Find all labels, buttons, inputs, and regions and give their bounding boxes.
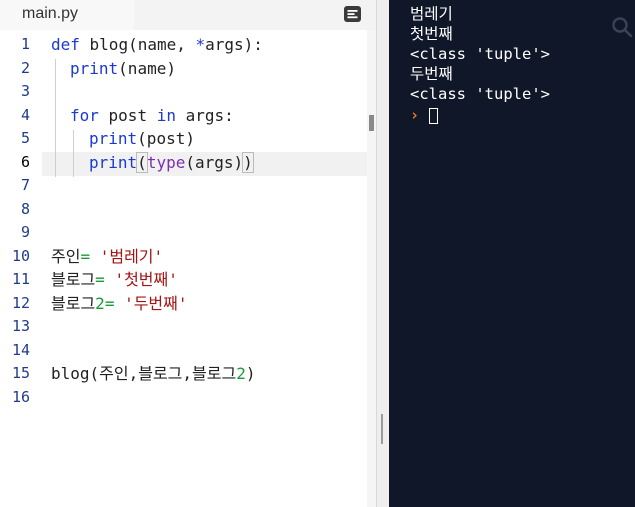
keyword: for <box>70 105 99 125</box>
operator: * <box>195 35 206 54</box>
code-text: 블로그 <box>51 293 96 313</box>
code-text: args): <box>205 35 263 54</box>
code-line-5: print(post) <box>89 127 195 151</box>
builtin: print <box>89 129 138 148</box>
operator: = <box>104 293 125 313</box>
search-icon[interactable] <box>611 16 633 38</box>
line-number: 13 <box>11 317 30 335</box>
resize-handle[interactable] <box>381 414 383 444</box>
console-output-line: 첫번째 <box>410 25 453 43</box>
line-number: 3 <box>20 82 30 100</box>
line-number-gutter: 1 2 3 4 5 6 7 8 9 10 11 12 13 14 15 16 <box>0 33 42 507</box>
indent-guide <box>73 130 74 177</box>
console-output-line: 두번째 <box>410 65 453 83</box>
line-number: 2 <box>20 58 30 77</box>
code-line-10: 주인= '범레기' <box>51 245 163 269</box>
line-number: 16 <box>11 387 30 406</box>
code-line-12: 블로그2= '두번째' <box>51 292 188 316</box>
code-text: post <box>98 105 157 125</box>
builtin: print <box>70 58 119 78</box>
string: '범레기' <box>99 246 164 266</box>
line-number: 15 <box>11 364 30 382</box>
console-panel[interactable]: 범레기 첫번째 <class 'tuple'> 두번째 <class 'tupl… <box>389 0 635 507</box>
code-line-4: for post in args: <box>70 104 234 128</box>
tab-bar: main.py <box>0 0 376 30</box>
console-output-line: <class 'tuple'> <box>410 45 550 63</box>
code-line-1: def blog(name, *args): <box>51 33 263 57</box>
menu-icon[interactable] <box>343 5 363 23</box>
keyword: in <box>156 105 176 125</box>
code-line-6: print(type(args)) <box>89 151 254 175</box>
line-number: 12 <box>11 293 30 312</box>
bracket-match: ( <box>136 151 148 173</box>
tab-label: main.py <box>22 5 79 22</box>
code-text: blog(name, <box>79 35 196 54</box>
line-number: 6 <box>20 152 30 171</box>
editor-scroll-thumb[interactable] <box>369 115 374 131</box>
code-text: blog(주인,블로그,블로그 <box>51 364 237 383</box>
string: '두번째' <box>124 293 188 313</box>
code-text: 주인 <box>51 246 81 266</box>
code-text: (post) <box>137 129 195 148</box>
code-text: 블로그 <box>51 270 96 289</box>
operator: = <box>95 270 115 289</box>
line-number: 5 <box>20 129 30 147</box>
editor-scrollbar[interactable] <box>367 30 376 507</box>
code-text: ) <box>245 364 256 383</box>
keyword: def <box>51 35 80 54</box>
code-text: (args) <box>185 152 244 172</box>
number: 2 <box>95 293 105 313</box>
builtin: print <box>89 152 138 172</box>
string: '첫번째' <box>114 270 178 289</box>
line-number: 4 <box>20 105 30 124</box>
tab-main-py[interactable]: main.py <box>0 0 134 30</box>
code-text: args: <box>175 105 234 125</box>
console-cursor[interactable] <box>429 108 438 124</box>
console-output-line: <class 'tuple'> <box>410 85 550 103</box>
code-line-11: 블로그= '첫번째' <box>51 268 178 292</box>
code-line-15: blog(주인,블로그,블로그2) <box>51 362 255 386</box>
number: 2 <box>236 364 246 383</box>
line-number: 1 <box>20 35 30 53</box>
builtin: type <box>146 152 186 172</box>
line-number: 8 <box>20 199 30 218</box>
console-output-line: 범레기 <box>410 5 453 23</box>
line-number: 7 <box>20 176 30 194</box>
indent-guide <box>55 59 56 177</box>
line-number: 10 <box>11 246 30 265</box>
line-number: 9 <box>20 223 30 241</box>
code-editor[interactable]: main.py 1 2 3 4 5 6 7 8 9 10 11 12 13 14… <box>0 0 376 507</box>
console-prompt: › <box>410 106 420 124</box>
code-text: (name) <box>118 58 176 78</box>
line-number: 14 <box>11 340 30 359</box>
bracket-match: ) <box>242 151 254 173</box>
operator: = <box>80 246 100 266</box>
line-number: 11 <box>11 270 30 288</box>
code-line-2: print(name) <box>70 57 176 81</box>
